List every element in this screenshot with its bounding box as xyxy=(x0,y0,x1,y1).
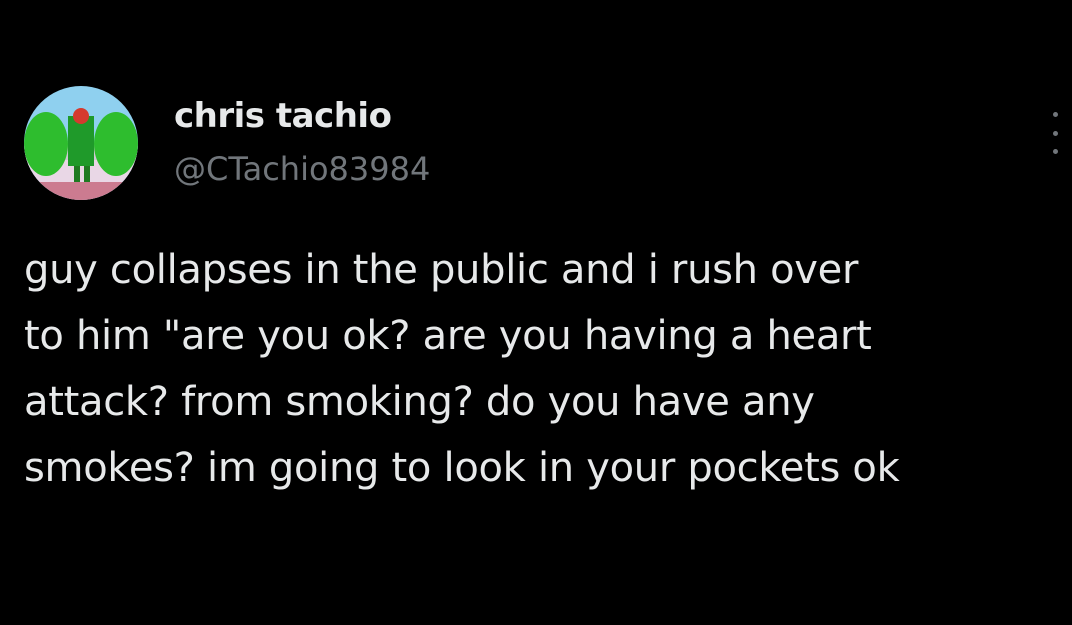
more-options-icon[interactable] xyxy=(1044,112,1066,154)
tweet-card: chris tachio @CTachio83984 guy collapses… xyxy=(0,0,1072,625)
more-dot xyxy=(1052,149,1058,154)
more-dot xyxy=(1052,112,1058,117)
avatar-image xyxy=(24,86,138,200)
author-handle[interactable]: @CTachio83984 xyxy=(174,150,430,188)
author-display-name[interactable]: chris tachio xyxy=(174,96,392,136)
tweet-text: guy collapses in the public and i rush o… xyxy=(24,247,900,491)
more-dot xyxy=(1052,130,1058,136)
avatar[interactable] xyxy=(24,86,138,200)
